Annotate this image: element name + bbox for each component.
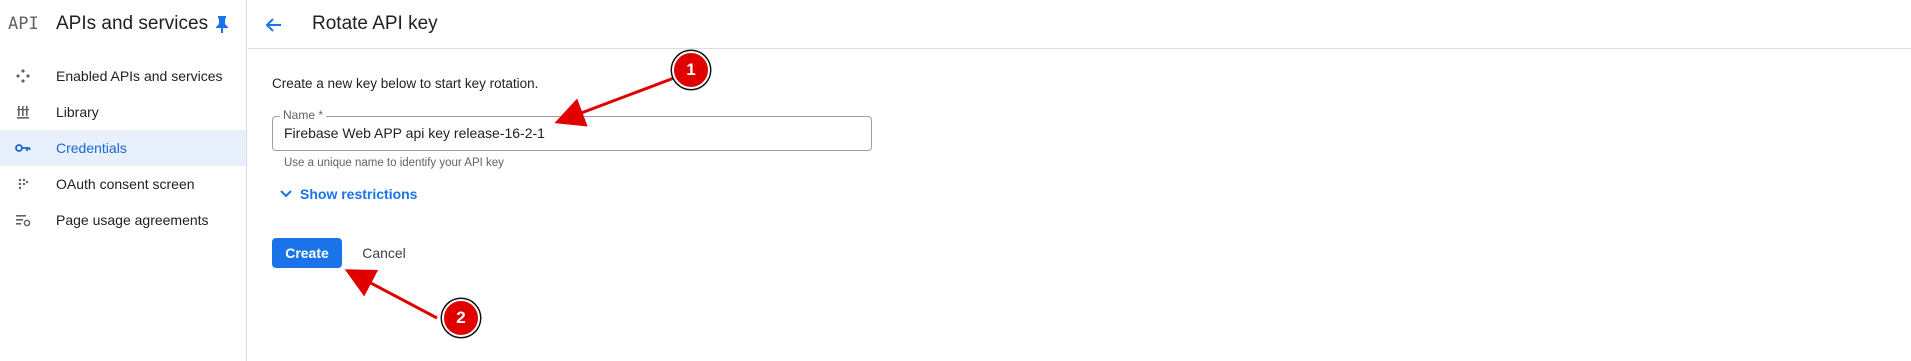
sidebar: API APIs and services Enabled APIs and s… [0,0,247,361]
annotation-arrows [344,76,675,320]
enabled-apis-icon [16,69,30,83]
agreements-icon [16,215,31,227]
back-arrow-icon[interactable] [263,14,285,36]
sidebar-item-oauth-consent[interactable]: OAuth consent screen [0,166,246,202]
chevron-down-icon [280,190,292,198]
annotation-arrow-2 [344,269,438,320]
oauth-icon [18,178,29,190]
page-header: Rotate API key [248,0,1911,49]
sidebar-item-credentials[interactable]: Credentials [0,130,246,166]
pin-icon[interactable] [214,15,230,33]
sidebar-item-label: OAuth consent screen [56,176,195,192]
cancel-button[interactable]: Cancel [352,238,416,268]
sidebar-item-enabled-apis[interactable]: Enabled APIs and services [0,58,246,94]
sidebar-item-label: Library [56,104,99,120]
sidebar-item-page-usage[interactable]: Page usage agreements [0,202,246,238]
sidebar-nav: Enabled APIs and services Library Creden… [0,58,246,238]
sidebar-item-label: Credentials [56,140,127,156]
sidebar-item-label: Page usage agreements [56,212,209,228]
show-restrictions-label: Show restrictions [300,186,418,202]
annotation-arrow-1 [554,76,675,127]
create-button[interactable]: Create [272,238,342,268]
annotation-badge-2: 2 [442,299,480,337]
api-logo: API [8,14,39,34]
name-hint: Use a unique name to identify your API k… [284,157,504,169]
page-title: Rotate API key [312,13,438,34]
key-icon [15,144,31,152]
name-input[interactable] [284,125,864,141]
show-restrictions-toggle[interactable]: Show restrictions [278,186,417,202]
annotation-badge-1: 1 [672,51,710,89]
sidebar-item-library[interactable]: Library [0,94,246,130]
intro-text: Create a new key below to start key rota… [272,76,539,91]
sidebar-item-label: Enabled APIs and services [56,68,223,84]
library-icon [17,106,29,119]
name-field-label: Name * [280,108,327,122]
sidebar-title: APIs and services [56,13,209,34]
sidebar-header: API APIs and services [0,0,246,49]
